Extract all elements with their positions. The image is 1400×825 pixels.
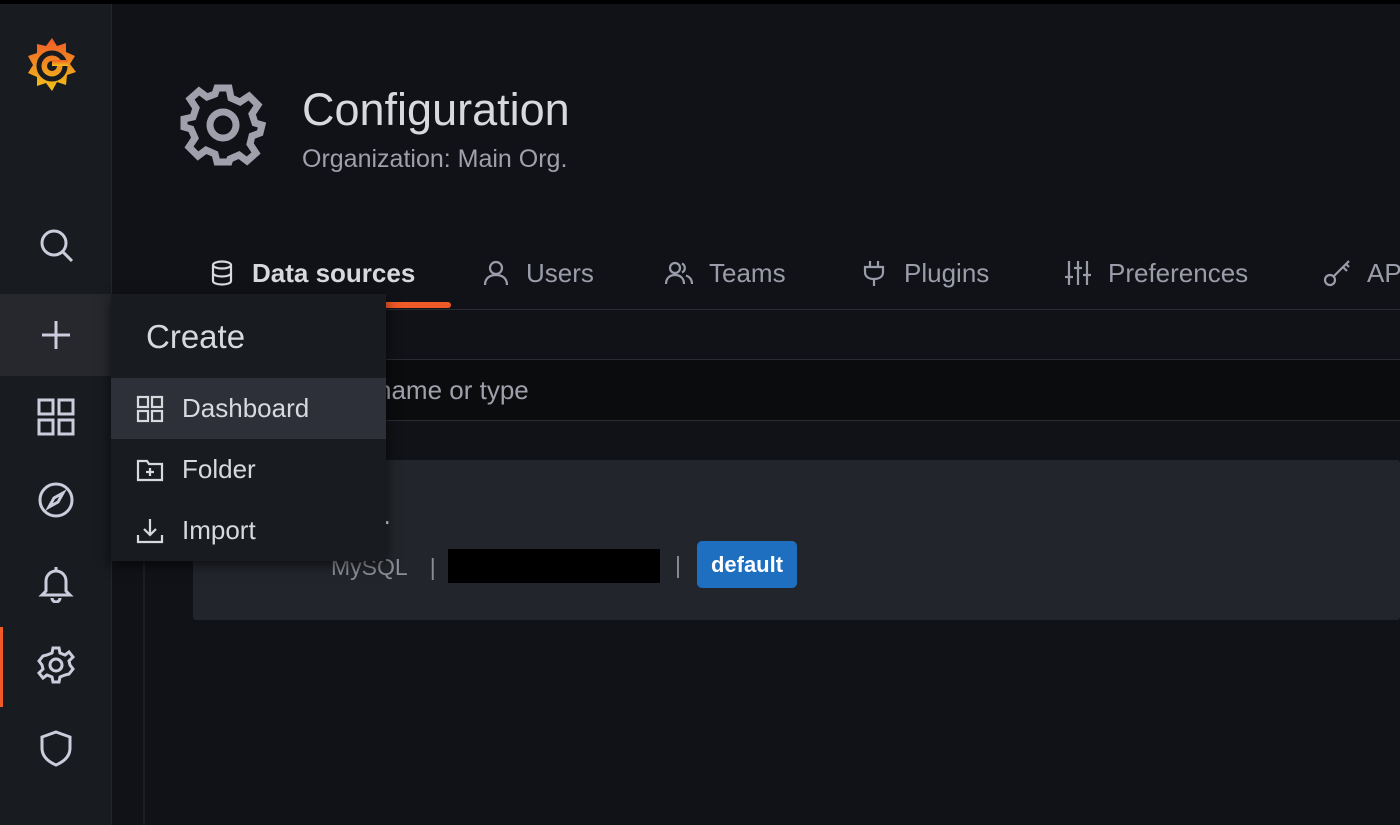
tab-label: AP [1367, 257, 1400, 288]
menu-item-import[interactable]: Import [111, 500, 386, 561]
search-icon [40, 229, 73, 263]
tab-label: Data sources [252, 257, 416, 288]
tab-api-keys[interactable]: AP [1323, 248, 1400, 298]
menu-item-label: Import [182, 515, 256, 545]
page-title: Configuration [302, 84, 570, 135]
tab-label: Plugins [904, 257, 990, 288]
tab-users[interactable]: Users [482, 248, 594, 298]
dashboards-icon [37, 398, 74, 436]
window-top-edge [0, 0, 1400, 4]
key-icon [1323, 260, 1350, 287]
configuration-header-gear-icon [180, 84, 266, 166]
default-badge: default [697, 541, 797, 588]
sidebar-create[interactable] [0, 294, 111, 376]
tab-teams[interactable]: Teams [665, 248, 786, 298]
redacted-url [448, 549, 660, 583]
plug-icon [863, 261, 885, 286]
plus-icon [41, 321, 70, 349]
sidebar-search[interactable] [0, 204, 111, 286]
sidebar-server-admin[interactable] [0, 707, 111, 789]
import-icon [136, 518, 164, 543]
menu-item-label: Folder [182, 454, 256, 484]
meta-separator: | [429, 553, 436, 580]
page-subtitle: Organization: Main Org. [302, 145, 568, 173]
sidebar-dashboards[interactable] [0, 376, 111, 458]
tab-label: Users [526, 257, 594, 288]
database-icon [211, 260, 233, 286]
sidebar-alerting[interactable] [0, 542, 111, 624]
create-menu-title[interactable]: Create [146, 318, 245, 356]
menu-item-dashboard[interactable]: Dashboard [111, 378, 386, 439]
tab-data-sources[interactable]: Data sources [208, 248, 415, 298]
menu-item-label: Dashboard [182, 393, 310, 423]
meta-separator: | [675, 552, 681, 578]
dashboard-grid-icon [136, 395, 164, 422]
create-menu: Create Dashboard Folder Import [111, 294, 386, 561]
menu-item-folder[interactable]: Folder [111, 439, 386, 500]
server-admin-shield-icon [40, 730, 71, 767]
tab-label: Teams [709, 257, 786, 288]
tab-plugins[interactable]: Plugins [860, 248, 989, 298]
sliders-icon [1065, 261, 1091, 285]
tab-label: Preferences [1108, 257, 1249, 288]
sidebar-configuration[interactable] [0, 624, 111, 706]
search-input[interactable] [375, 370, 1279, 410]
user-icon [483, 260, 509, 286]
users-icon [665, 261, 693, 285]
configuration-gear-icon [36, 646, 75, 684]
tab-preferences[interactable]: Preferences [1064, 248, 1248, 298]
explore-icon [38, 482, 73, 518]
sidebar-explore[interactable] [0, 459, 111, 541]
grafana-logo-icon[interactable] [24, 34, 80, 96]
alerting-bell-icon [37, 567, 74, 603]
sidebar [0, 4, 112, 825]
folder-plus-icon [136, 459, 164, 481]
